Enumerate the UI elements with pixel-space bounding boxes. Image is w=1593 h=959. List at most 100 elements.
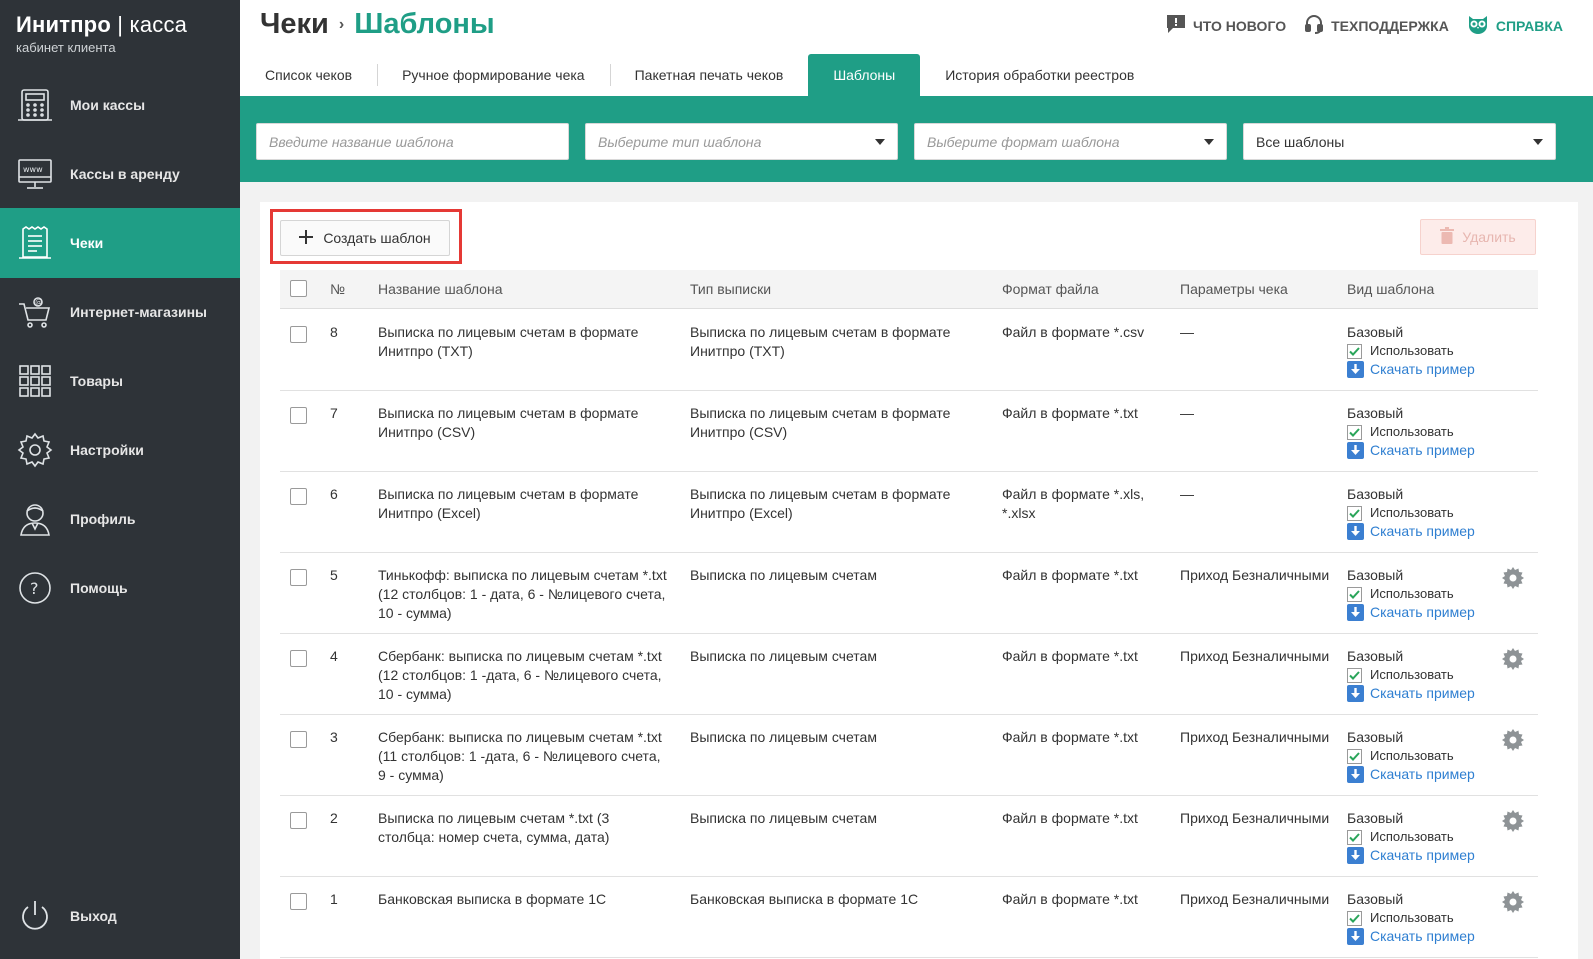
tab-batch-print[interactable]: Пакетная печать чеков [609,54,809,96]
use-checkbox[interactable] [1347,829,1362,845]
template-settings-gear-icon[interactable] [1502,648,1524,673]
row-checkbox[interactable] [290,407,307,424]
template-format-select[interactable]: Выберите формат шаблона [914,123,1227,160]
use-toggle[interactable]: Использовать [1347,504,1537,522]
help-link[interactable]: СПРАВКА [1467,14,1563,37]
brand-separator: | [117,12,124,37]
column-header-format[interactable]: Формат файла [1002,281,1099,297]
download-icon [1347,846,1364,864]
column-header-type[interactable]: Тип выписки [690,281,771,297]
table-row[interactable]: 8 Выписка по лицевым счетам в формате Ини… [280,310,1538,391]
use-checkbox[interactable] [1347,505,1362,521]
table-row[interactable]: 6 Выписка по лицевым счетам в формате Ини… [280,472,1538,553]
sidebar-item-profile[interactable]: Профиль [0,484,240,554]
download-sample-link[interactable]: Скачать пример [1347,603,1537,621]
table-row[interactable]: 2 Выписка по лицевым счетам *.txt (3 стол… [280,796,1538,877]
template-number: 4 [330,648,338,664]
select-all-checkbox[interactable] [290,280,307,297]
use-label: Использовать [1370,505,1454,520]
column-header-num[interactable]: № [330,281,345,297]
template-name: Банковская выписка в формате 1С [378,891,607,907]
check-icon [1349,913,1360,923]
template-type: Выписка по лицевым счетам [690,567,877,583]
brand[interactable]: Инитпро | касса кабинет клиента [0,0,240,70]
sidebar-item-online-stores[interactable]: @ Интернет-магазины [0,277,240,347]
table-row[interactable]: 1 Банковская выписка в формате 1С Банковск… [280,877,1538,958]
download-icon [1347,441,1364,459]
row-checkbox[interactable] [290,326,307,343]
check-icon [1349,508,1360,518]
template-settings-gear-icon[interactable] [1502,810,1524,835]
template-name: Сбербанк: выписка по лицевым счетам *.tx… [378,729,662,783]
template-kind: Базовый [1347,405,1404,421]
page-title-section[interactable]: Чеки [260,8,329,40]
support-link[interactable]: ТЕХПОДДЕРЖКА [1304,14,1449,37]
use-checkbox[interactable] [1347,343,1362,359]
template-settings-gear-icon[interactable] [1502,567,1524,592]
download-icon [1347,603,1364,621]
use-checkbox[interactable] [1347,748,1362,764]
table-row[interactable]: 3 Сбербанк: выписка по лицевым счетам *.t… [280,715,1538,796]
template-name-input[interactable] [269,133,556,150]
whats-new-link[interactable]: ЧТО НОВОГО [1166,14,1286,37]
row-checkbox[interactable] [290,893,307,910]
template-scope-select[interactable]: Все шаблоны [1243,123,1556,160]
use-checkbox[interactable] [1347,910,1362,926]
brand-name: Инитпро [16,12,111,37]
sidebar-item-help[interactable]: ? Помощь [0,553,240,623]
template-settings-gear-icon[interactable] [1502,891,1524,916]
tab-templates[interactable]: Шаблоны [808,54,921,96]
row-checkbox[interactable] [290,650,307,667]
tab-registry-history[interactable]: История обработки реестров [920,54,1159,96]
column-header-name[interactable]: Название шаблона [378,281,503,297]
sidebar-item-receipts[interactable]: Чеки [0,208,240,278]
use-toggle[interactable]: Использовать [1347,342,1537,360]
download-sample-link[interactable]: Скачать пример [1347,927,1537,945]
column-header-params[interactable]: Параметры чека [1180,281,1288,297]
use-checkbox[interactable] [1347,586,1362,602]
use-checkbox[interactable] [1347,667,1362,683]
download-sample-link[interactable]: Скачать пример [1347,360,1537,378]
tab-manual-receipt[interactable]: Ручное формирование чека [377,54,610,96]
template-name: Выписка по лицевым счетам в формате Инит… [378,405,639,440]
table-row[interactable]: 5 Тинькофф: выписка по лицевым счетам *.t… [280,553,1538,634]
tab-receipts-list[interactable]: Список чеков [240,54,377,96]
brand-subtitle: кабинет клиента [16,40,116,55]
tab-bar: Список чеков Ручное формирование чека Па… [240,54,1593,96]
template-params: — [1180,324,1194,340]
download-sample-label: Скачать пример [1370,523,1475,539]
logout-label: Выход [70,908,117,924]
row-checkbox[interactable] [290,569,307,586]
column-header-kind[interactable]: Вид шаблона [1347,281,1434,297]
download-sample-link[interactable]: Скачать пример [1347,846,1537,864]
sidebar-item-settings[interactable]: Настройки [0,415,240,485]
row-checkbox[interactable] [290,812,307,829]
template-type-select[interactable]: Выберите тип шаблона [585,123,898,160]
table-row[interactable]: 4 Сбербанк: выписка по лицевым счетам *.t… [280,634,1538,715]
use-checkbox[interactable] [1347,424,1362,440]
template-name: Сбербанк: выписка по лицевым счетам *.tx… [378,648,662,702]
download-sample-link[interactable]: Скачать пример [1347,441,1537,459]
top-links: ЧТО НОВОГО ТЕХПОДДЕРЖКА СПРАВКА [1166,14,1563,37]
download-sample-link[interactable]: Скачать пример [1347,765,1537,783]
sidebar-item-rent-registers[interactable]: www Кассы в аренду [0,139,240,209]
power-icon [16,897,54,935]
download-sample-label: Скачать пример [1370,442,1475,458]
filter-bar: Выберите тип шаблона Выберите формат шаб… [240,96,1593,182]
sidebar-item-goods[interactable]: Товары [0,346,240,416]
use-toggle[interactable]: Использовать [1347,423,1537,441]
whats-new-label: ЧТО НОВОГО [1192,17,1287,34]
download-sample-link[interactable]: Скачать пример [1347,522,1537,540]
sidebar-item-my-registers[interactable]: Мои кассы [0,70,240,140]
table-row[interactable]: 7 Выписка по лицевым счетам в формате Ини… [280,391,1538,472]
template-number: 7 [330,405,338,421]
user-icon [16,500,54,538]
use-label: Использовать [1370,424,1454,439]
row-checkbox[interactable] [290,731,307,748]
template-settings-gear-icon[interactable] [1502,729,1524,754]
delete-button[interactable]: Удалить [1420,219,1536,255]
logout-button[interactable]: Выход [0,881,240,951]
create-template-button[interactable]: Создать шаблон [280,220,450,256]
download-sample-link[interactable]: Скачать пример [1347,684,1537,702]
row-checkbox[interactable] [290,488,307,505]
